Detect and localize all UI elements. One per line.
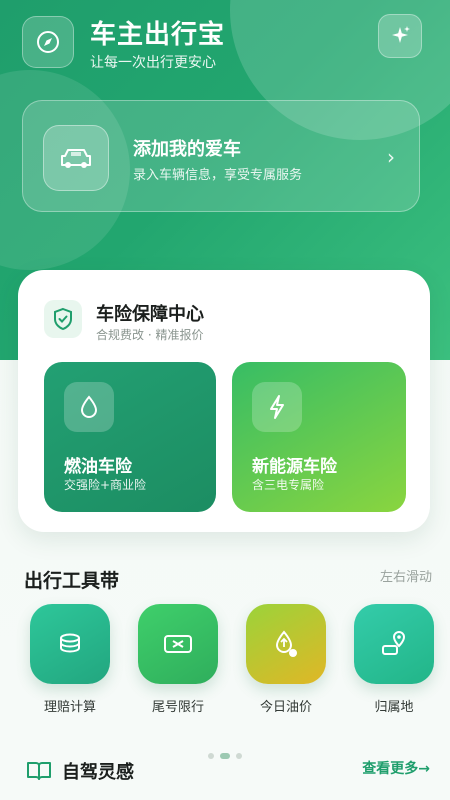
tools-section-title: 出行工具带 <box>24 570 120 592</box>
shield-check-icon <box>44 300 82 338</box>
location-pin-icon <box>354 604 434 684</box>
insurance-subtitle: 合规费改 · 精准报价 <box>96 328 204 342</box>
ev-insurance-title: 新能源车险 <box>252 457 337 477</box>
tools-scroll-hint: 左右滑动 <box>379 570 432 585</box>
tool-label: 归属地 <box>374 700 414 715</box>
tool-plate-origin[interactable]: 归属地 <box>354 604 434 715</box>
insurance-title: 车险保障中心 <box>96 304 204 325</box>
tool-label: 理赔计算 <box>43 700 96 715</box>
fuel-price-icon <box>246 604 326 684</box>
app-title: 车主出行宝 <box>90 20 226 50</box>
app-screen: 车主出行宝 让每一次出行更安心 添加我的爱车 录入车辆信息，享受专属服务 › 车… <box>0 0 450 800</box>
chevron-right-icon: › <box>387 145 395 169</box>
drop-icon <box>64 382 114 432</box>
add-car-title: 添加我的爱车 <box>133 139 241 160</box>
sparkle-icon[interactable] <box>378 14 422 58</box>
coin-stack-icon <box>30 604 110 684</box>
fuel-insurance-button[interactable]: 燃油车险 交强险+商业险 <box>44 362 216 512</box>
fuel-insurance-title: 燃油车险 <box>64 457 132 477</box>
page-dot <box>208 753 214 759</box>
drive-inspiration-title: 自驾灵感 <box>62 762 134 783</box>
book-icon <box>26 760 52 786</box>
insurance-center-card: 车险保障中心 合规费改 · 精准报价 燃油车险 交强险+商业险 新能源车险 含三… <box>18 270 430 532</box>
page-dot <box>236 753 242 759</box>
tool-label: 今日油价 <box>259 700 312 715</box>
fuel-insurance-subtitle: 交强险+商业险 <box>64 478 147 492</box>
license-plate-icon <box>138 604 218 684</box>
compass-icon[interactable] <box>22 16 74 68</box>
add-car-card[interactable]: 添加我的爱车 录入车辆信息，享受专属服务 › <box>22 100 420 212</box>
tool-label: 尾号限行 <box>151 700 204 715</box>
add-car-subtitle: 录入车辆信息，享受专属服务 <box>133 168 303 183</box>
tool-fuel-price[interactable]: 今日油价 <box>246 604 326 715</box>
car-icon <box>43 125 109 191</box>
view-more-link[interactable]: 查看更多→ <box>362 758 430 778</box>
ev-insurance-subtitle: 含三电专属险 <box>252 478 325 492</box>
tool-plate-restriction[interactable]: 尾号限行 <box>138 604 218 715</box>
tool-claim-calculator[interactable]: 理赔计算 <box>30 604 110 715</box>
ev-insurance-button[interactable]: 新能源车险 含三电专属险 <box>232 362 406 512</box>
lightning-icon <box>252 382 302 432</box>
page-dot-active <box>220 753 230 759</box>
app-subtitle: 让每一次出行更安心 <box>90 55 216 71</box>
